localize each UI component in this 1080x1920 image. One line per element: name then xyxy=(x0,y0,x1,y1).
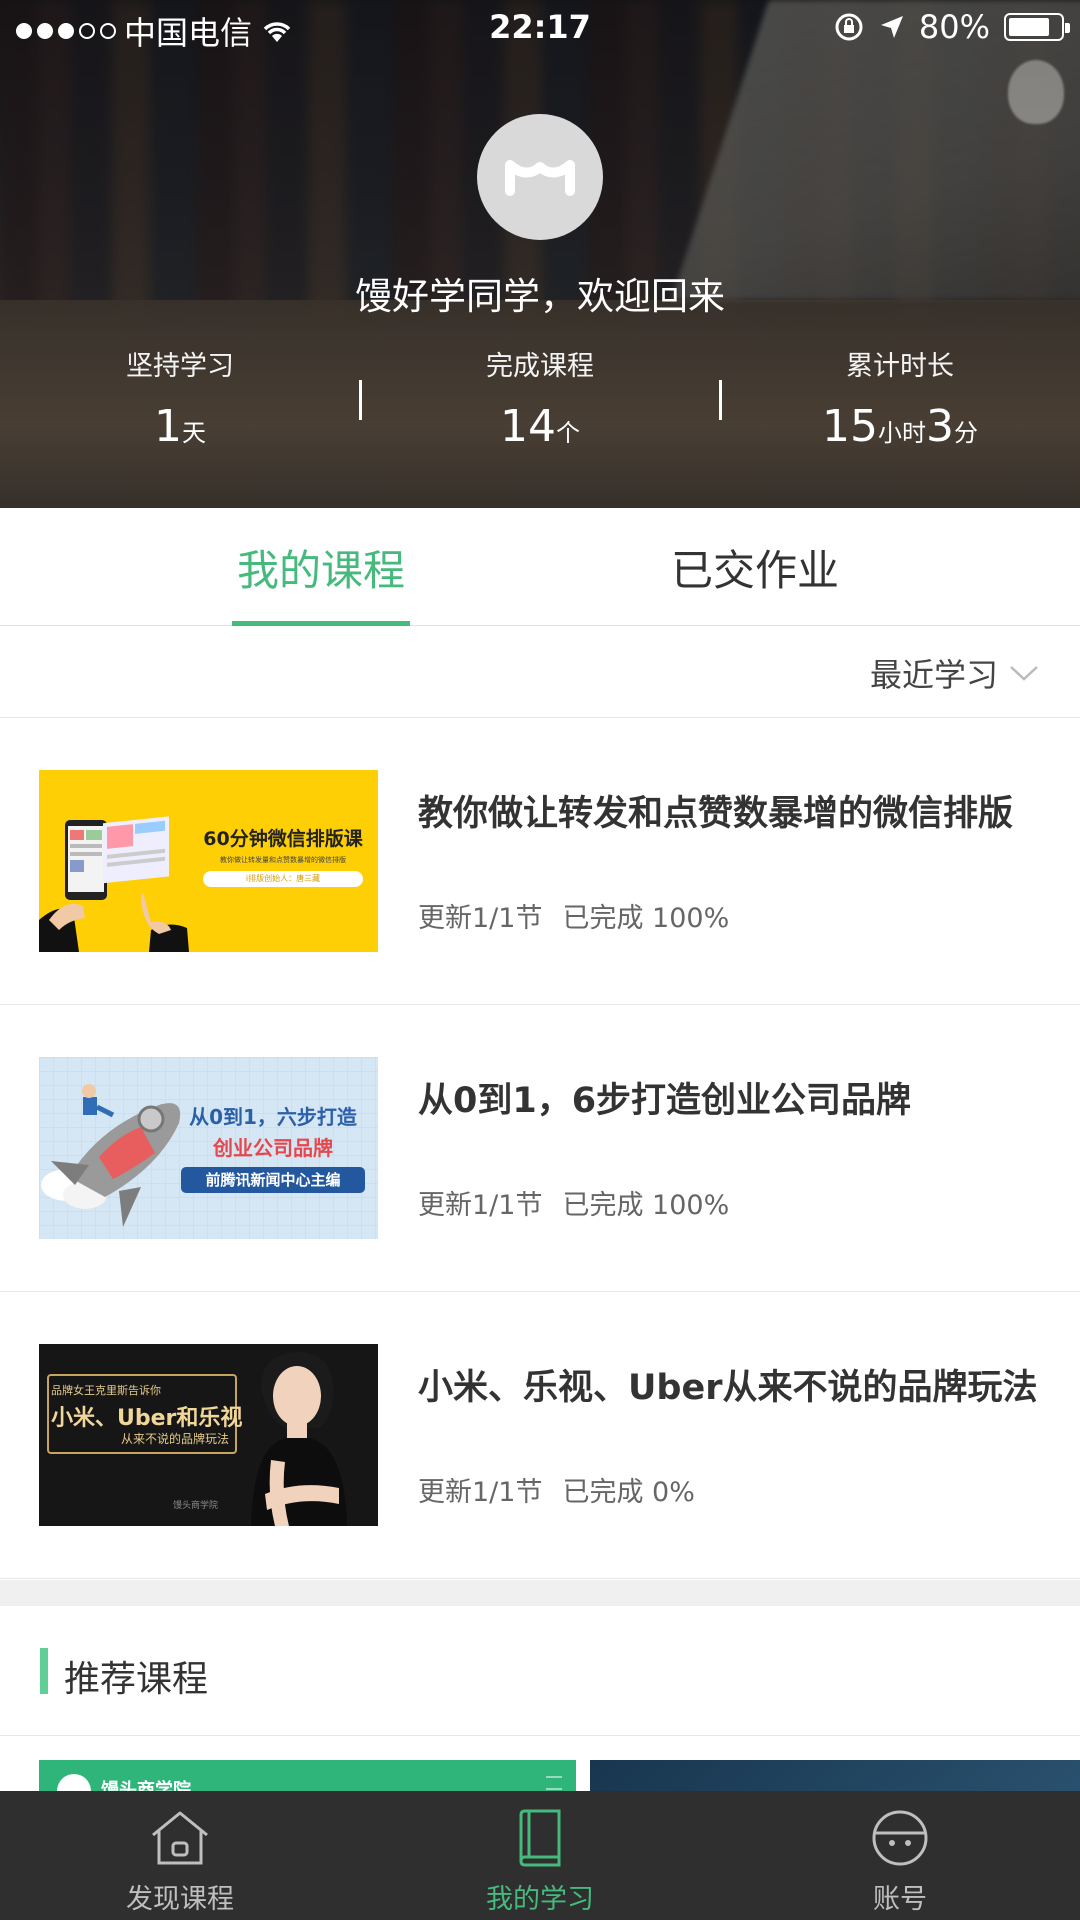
app-screen: 中国电信 22:17 80% 馒好学同学，欢迎回来 坚持学习 1天 完成课程 1… xyxy=(0,0,1080,1920)
location-icon xyxy=(880,16,903,38)
stat-unit: 个 xyxy=(556,419,580,447)
course-update: 更新1/1节 xyxy=(418,1190,543,1221)
course-update: 更新1/1节 xyxy=(418,1477,543,1508)
course-progress: 已完成 100% xyxy=(562,903,730,934)
sort-label: 最近学习 xyxy=(869,656,998,694)
profile-header: 中国电信 22:17 80% 馒好学同学，欢迎回来 坚持学习 1天 完成课程 1… xyxy=(0,0,1080,508)
welcome-message: 馒好学同学，欢迎回来 xyxy=(355,275,725,318)
course-title: 教你做让转发和点赞数暴增的微信排版 xyxy=(418,794,1014,834)
tab-my-courses[interactable]: 我的课程 xyxy=(232,508,410,626)
rotation-lock-icon xyxy=(835,13,863,41)
stat-label: 累计时长 xyxy=(846,351,954,382)
stat-value: 1 xyxy=(154,401,182,452)
stat-streak: 坚持学习 1天 xyxy=(0,344,360,464)
course-item[interactable]: 从0到1，六步打造 创业公司品牌 前腾讯新闻中心主编 从0到1，6步打造创业公司… xyxy=(0,1005,1080,1292)
book-icon xyxy=(519,1809,561,1867)
thumb-line-1: 从0到1，六步打造 xyxy=(189,1105,357,1129)
nav-account[interactable]: 账号 xyxy=(720,1791,1080,1920)
account-icon xyxy=(872,1810,928,1866)
stat-unit: 天 xyxy=(182,419,206,447)
course-thumbnail: 从0到1，六步打造 创业公司品牌 前腾讯新闻中心主编 xyxy=(39,1057,378,1239)
stat-value: 15 xyxy=(822,401,878,452)
tab-submitted-homework[interactable]: 已交作业 xyxy=(650,508,860,626)
course-thumbnail: 60分钟微信排版课 教你做让转发量和点赞数暴增的微信排版 i排版创始人：唐三藏 xyxy=(39,770,378,952)
course-title: 从0到1，6步打造创业公司品牌 xyxy=(418,1081,912,1121)
stat-duration: 累计时长 15小时3分 xyxy=(720,344,1080,464)
stat-value: 14 xyxy=(500,401,556,452)
tab-label: 已交作业 xyxy=(670,545,839,595)
section-divider xyxy=(0,1580,1080,1606)
course-item[interactable]: 品牌女王克里斯告诉你 小米、Uber和乐视 从来不说的品牌玩法 馒头商学院 小米… xyxy=(0,1292,1080,1579)
nav-label: 我的学习 xyxy=(486,1884,594,1915)
menu-icon xyxy=(546,1776,562,1790)
stat-divider xyxy=(719,380,722,420)
stat-divider xyxy=(359,380,362,420)
status-bar: 中国电信 22:17 80% xyxy=(0,0,1080,54)
battery-icon xyxy=(1004,13,1070,41)
section-title: 推荐课程 xyxy=(64,1659,209,1700)
nav-discover[interactable]: 发现课程 xyxy=(0,1791,360,1920)
presenter-portrait xyxy=(251,1352,347,1526)
nav-my-learning[interactable]: 我的学习 xyxy=(360,1791,720,1920)
nav-label: 账号 xyxy=(873,1884,927,1915)
course-meta: 更新1/1节 已完成 100% xyxy=(418,1183,749,1222)
chevron-down-icon xyxy=(1010,666,1038,681)
course-progress: 已完成 0% xyxy=(562,1477,695,1508)
course-meta: 更新1/1节 已完成 0% xyxy=(418,1470,715,1509)
avatar[interactable] xyxy=(477,114,603,240)
course-title: 小米、乐视、Uber从来不说的品牌玩法 xyxy=(418,1368,1038,1408)
thumb-tag: 前腾讯新闻中心主编 xyxy=(181,1167,365,1193)
stat-completed: 完成课程 14个 xyxy=(360,344,720,464)
learning-stats: 坚持学习 1天 完成课程 14个 累计时长 15小时3分 xyxy=(0,344,1080,464)
thumb-line-2: 创业公司品牌 xyxy=(213,1136,333,1160)
bottom-navigation: 发现课程 我的学习 账号 xyxy=(0,1791,1080,1920)
section-marker xyxy=(40,1648,48,1694)
stat-unit: 小时 xyxy=(878,419,926,447)
course-thumbnail: 品牌女王克里斯告诉你 小米、Uber和乐视 从来不说的品牌玩法 馒头商学院 xyxy=(39,1344,378,1526)
battery-percent: 80% xyxy=(918,8,990,46)
stat-label: 完成课程 xyxy=(486,351,594,382)
thumb-headline: 60分钟微信排版课 xyxy=(203,828,363,850)
course-meta: 更新1/1节 已完成 100% xyxy=(418,896,749,935)
tab-bar: 我的课程 已交作业 xyxy=(0,508,1080,626)
home-icon xyxy=(152,1811,208,1865)
sort-dropdown[interactable]: 最近学习 xyxy=(870,650,1040,696)
thumb-subtitle: 教你做让转发量和点赞数暴增的微信排版 xyxy=(220,856,346,864)
course-update: 更新1/1节 xyxy=(418,903,543,934)
app-logo-icon xyxy=(505,160,575,196)
sort-bar: 最近学习 xyxy=(0,626,1080,718)
stat-label: 坚持学习 xyxy=(126,351,234,382)
course-item[interactable]: 60分钟微信排版课 教你做让转发量和点赞数暴增的微信排版 i排版创始人：唐三藏 … xyxy=(0,718,1080,1005)
tab-label: 我的课程 xyxy=(236,545,405,595)
nav-label: 发现课程 xyxy=(126,1884,234,1915)
stat-value: 3 xyxy=(926,401,954,452)
recommend-header: 推荐课程 xyxy=(0,1606,1080,1736)
course-progress: 已完成 100% xyxy=(562,1190,730,1221)
stat-unit: 分 xyxy=(954,419,978,447)
thumb-tag: i排版创始人：唐三藏 xyxy=(203,871,363,887)
